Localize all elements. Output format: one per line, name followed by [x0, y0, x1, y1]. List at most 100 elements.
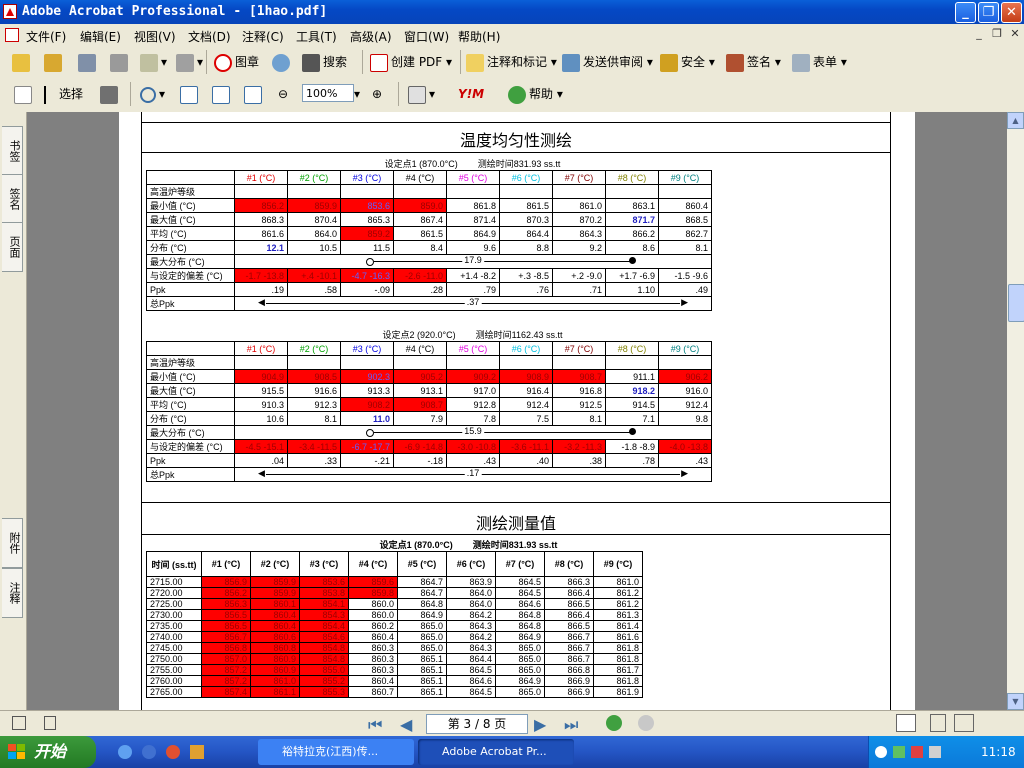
- tab-comments[interactable]: 注释: [2, 568, 23, 618]
- minimize-button[interactable]: _: [955, 2, 976, 23]
- text-cursor-icon: [44, 85, 56, 104]
- fit-width-icon[interactable]: [244, 83, 265, 105]
- menu-file[interactable]: 文件(F): [26, 28, 66, 45]
- page-number-field[interactable]: 第 3 / 8 页: [426, 714, 528, 734]
- security-tray-icon[interactable]: [911, 746, 923, 758]
- single-page-icon[interactable]: [896, 714, 916, 732]
- menu-tools[interactable]: 工具(T): [296, 28, 337, 45]
- menu-edit[interactable]: 编辑(E): [80, 28, 121, 45]
- zoom-dropdown-icon[interactable]: ▾: [354, 83, 360, 105]
- channel-header: #7 (°C): [495, 551, 545, 577]
- table-cell: 856.5: [201, 609, 251, 621]
- open-icon[interactable]: [12, 51, 33, 73]
- facing-icon[interactable]: [954, 714, 974, 732]
- table-row: 高温炉等级: [146, 184, 712, 199]
- doc-restore-icon[interactable]: ❐: [990, 27, 1004, 41]
- table-cell: 866.7: [544, 653, 594, 665]
- menu-comments[interactable]: 注释(C): [242, 28, 284, 45]
- email-icon[interactable]: ▾: [140, 51, 167, 73]
- hand-tool[interactable]: [14, 83, 35, 105]
- help-label: 帮助: [529, 87, 554, 101]
- previous-view-icon[interactable]: [606, 715, 622, 731]
- continuous-icon[interactable]: [930, 714, 946, 732]
- save-icon[interactable]: [78, 51, 99, 73]
- vertical-scrollbar[interactable]: ▲ ▼: [1007, 112, 1024, 710]
- ie-quicklaunch-icon[interactable]: [118, 745, 132, 759]
- prev-page-icon[interactable]: ◀: [400, 715, 412, 734]
- tab-bookmarks[interactable]: 书签: [2, 126, 23, 176]
- scroll-down-icon[interactable]: ▼: [1007, 693, 1024, 710]
- table-cell: -1.5 -9.6: [658, 268, 712, 283]
- table-cell: 861.3: [593, 609, 643, 621]
- table-cell: 860.9: [250, 664, 300, 676]
- scroll-up-icon[interactable]: ▲: [1007, 112, 1024, 129]
- table-cell: 916.6: [287, 383, 341, 398]
- zoom-level-input[interactable]: 100%: [302, 84, 354, 102]
- document-view[interactable]: 温度均匀性测绘 设定点1 (870.0°C) 测绘时间831.93 ss.tt #…: [27, 112, 1007, 710]
- search-button[interactable]: 搜索: [302, 51, 347, 73]
- tray-collapse-icon[interactable]: [875, 746, 887, 758]
- tab-signatures[interactable]: 签名: [2, 174, 23, 224]
- menu-help[interactable]: 帮助(H): [458, 28, 500, 45]
- menu-advanced[interactable]: 高级(A): [350, 28, 392, 45]
- row-label: 分布 (°C): [146, 240, 235, 255]
- close-button[interactable]: ✕: [1001, 2, 1022, 23]
- rotate-view-icon[interactable]: ▾: [408, 83, 435, 105]
- menu-view[interactable]: 视图(V): [134, 28, 176, 45]
- table-cell: .43: [658, 453, 712, 468]
- table-cell: 865.1: [397, 664, 447, 676]
- doc-minimize-icon[interactable]: _: [972, 27, 986, 41]
- email-send-icon[interactable]: [272, 51, 293, 73]
- table-cell: [499, 355, 553, 370]
- page-size-icon[interactable]: [12, 716, 26, 730]
- print-icon[interactable]: [110, 51, 131, 73]
- lock-icon: [660, 53, 678, 72]
- network-icon[interactable]: [893, 746, 905, 758]
- security-button[interactable]: 安全 ▾: [660, 51, 715, 73]
- start-button[interactable]: 开始: [0, 736, 96, 768]
- task-acrobat-window[interactable]: Adobe Acrobat Pr...: [418, 739, 574, 765]
- restore-button[interactable]: ❐: [978, 2, 999, 23]
- snapshot-tool[interactable]: [100, 83, 121, 105]
- zoom-tool[interactable]: ▾: [140, 83, 165, 105]
- zoom-in-icon[interactable]: ⊕: [372, 83, 382, 105]
- forms-button[interactable]: 表单 ▾: [792, 51, 847, 73]
- table-row: 总Ppk ◀ ▶ .37: [146, 296, 712, 311]
- messenger-quicklaunch-icon[interactable]: [190, 745, 204, 759]
- next-view-icon[interactable]: [638, 715, 654, 731]
- zoom-out-icon[interactable]: ⊖: [278, 83, 288, 105]
- menu-window[interactable]: 窗口(W): [404, 28, 449, 45]
- comment-markup-button[interactable]: 注释和标记 ▾: [466, 51, 557, 73]
- table-cell: 865.1: [397, 653, 447, 665]
- first-page-icon[interactable]: ⏮: [368, 715, 382, 735]
- table-cell: 856.3: [201, 598, 251, 610]
- create-pdf-button[interactable]: 创建 PDF ▾: [370, 51, 452, 73]
- volume-icon[interactable]: [929, 746, 941, 758]
- sign-button[interactable]: 签名 ▾: [726, 51, 781, 73]
- actual-size-icon[interactable]: [180, 83, 201, 105]
- task-folder-window[interactable]: 裕特拉克(江西)传...: [258, 739, 414, 765]
- doc-close-icon[interactable]: ✕: [1008, 27, 1022, 41]
- tab-attachments[interactable]: 附件: [2, 518, 23, 568]
- fit-page-icon[interactable]: [212, 83, 233, 105]
- media-quicklaunch-icon[interactable]: [166, 745, 180, 759]
- options-icon[interactable]: [44, 716, 56, 730]
- attach-icon[interactable]: ▾: [176, 51, 203, 73]
- send-review-button[interactable]: 发送供审阅 ▾: [562, 51, 653, 73]
- last-page-icon[interactable]: ⏭: [564, 715, 578, 735]
- organizer-icon[interactable]: [44, 51, 65, 73]
- next-page-icon[interactable]: ▶: [534, 715, 546, 734]
- stamp-button[interactable]: 图章: [214, 51, 259, 73]
- scroll-thumb[interactable]: [1008, 284, 1024, 322]
- table-cell: 854.3: [299, 609, 349, 621]
- select-tool[interactable]: 选择: [44, 83, 83, 105]
- menu-document[interactable]: 文档(D): [188, 28, 231, 45]
- table-row: 高温炉等级: [146, 355, 712, 370]
- table-cell: 10.5: [287, 240, 341, 255]
- tab-pages[interactable]: 页面: [2, 222, 23, 272]
- table-cell: 9.8: [658, 411, 712, 426]
- browser-quicklaunch-icon[interactable]: [142, 745, 156, 759]
- table-cell: 864.2: [446, 609, 496, 621]
- yahoo-icon[interactable]: Y!M: [458, 83, 484, 105]
- help-button[interactable]: 帮助 ▾: [508, 83, 563, 105]
